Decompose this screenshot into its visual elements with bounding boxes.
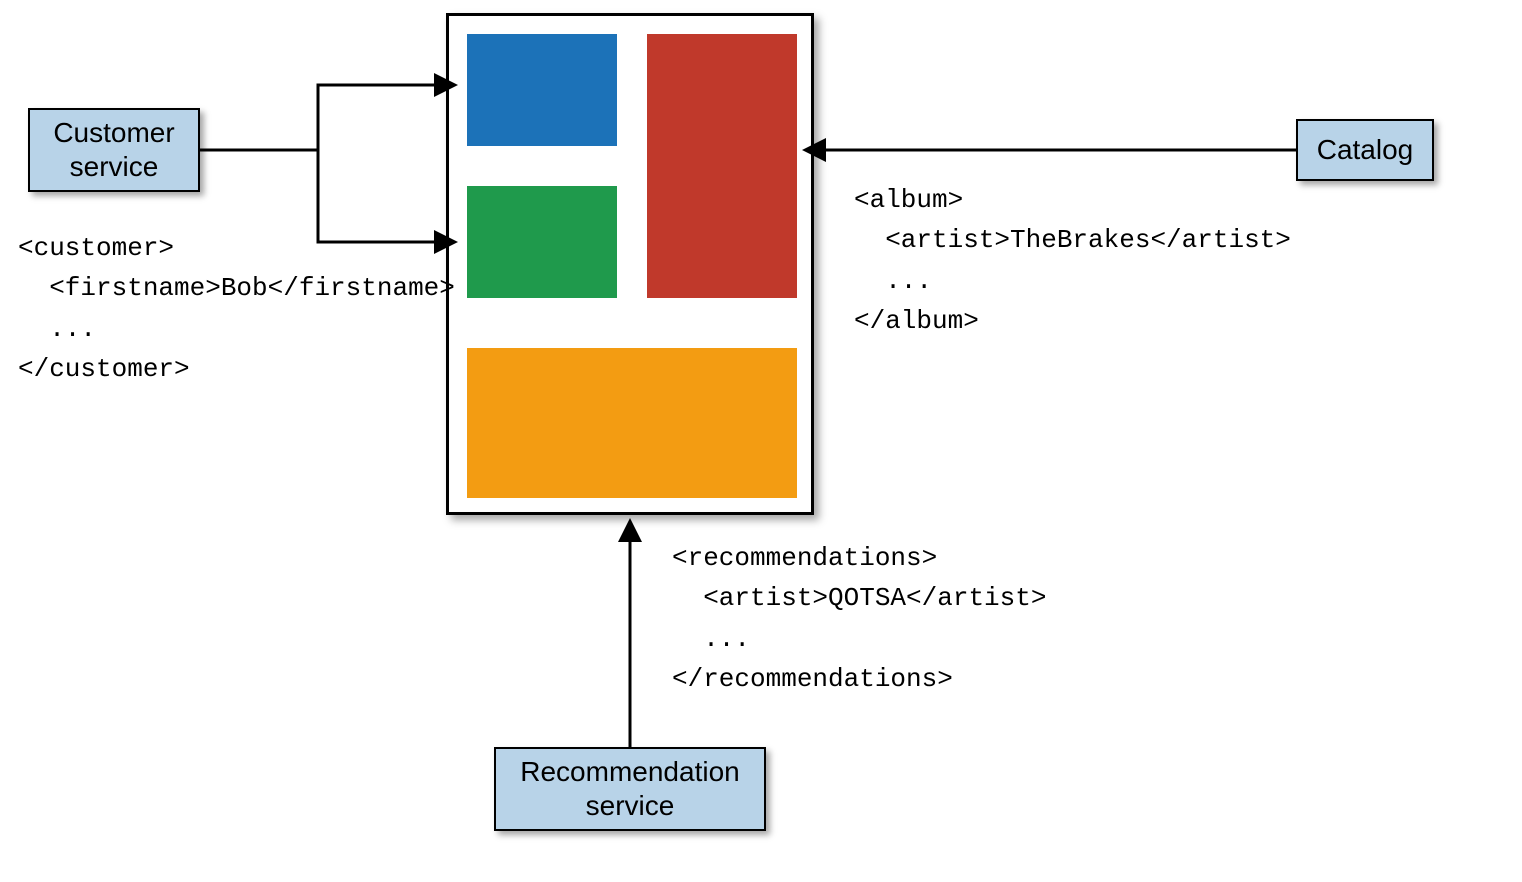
ui-block-red [647,34,797,298]
customer-xml-snippet: <customer> <firstname>Bob</firstname> ..… [18,228,455,389]
recommendations-xml-snippet: <recommendations> <artist>QOTSA</artist>… [672,538,1046,699]
connector-customer-to-blue [200,85,454,150]
customer-service-label: Customer service [44,116,184,183]
ui-block-orange [467,348,797,498]
ui-block-green [467,186,617,298]
ui-composite-container [446,13,814,515]
catalog-box: Catalog [1296,119,1434,181]
recommendation-service-box: Recommendation service [494,747,766,831]
catalog-label: Catalog [1317,133,1414,167]
ui-block-blue [467,34,617,146]
customer-service-box: Customer service [28,108,200,192]
recommendation-service-label: Recommendation service [510,755,750,822]
album-xml-snippet: <album> <artist>TheBrakes</artist> ... <… [854,180,1291,341]
